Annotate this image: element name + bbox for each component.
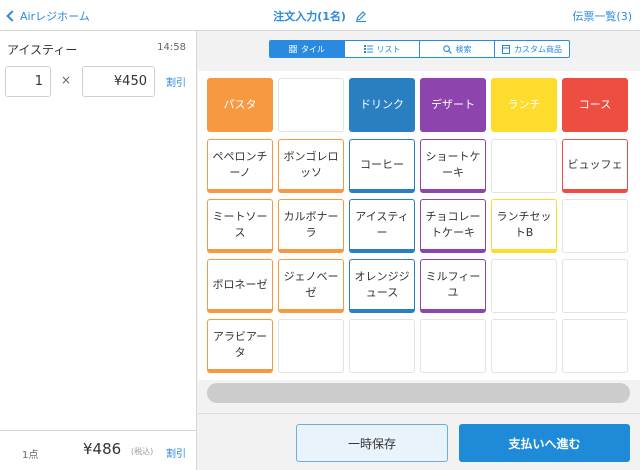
category-tile[interactable]: ドリンク bbox=[349, 78, 415, 132]
order-footer: 1点 ¥486 (税込) 割引 bbox=[0, 430, 197, 470]
view-mode-selector: タイル リスト 検索 カスタム商品 bbox=[269, 40, 570, 58]
tab-list[interactable]: リスト bbox=[344, 41, 419, 57]
product-tile[interactable]: ミートソース bbox=[207, 199, 273, 253]
category-tile[interactable]: デザート bbox=[420, 78, 486, 132]
empty-tile[interactable] bbox=[562, 259, 628, 313]
empty-tile[interactable] bbox=[278, 78, 344, 132]
list-icon bbox=[363, 45, 373, 53]
search-icon bbox=[442, 44, 452, 54]
product-tile[interactable]: ビュッフェ bbox=[562, 139, 628, 193]
top-bar: Airレジホーム 注文入力(1名) 伝票一覧(3) bbox=[0, 0, 640, 31]
product-tile[interactable]: コーヒー bbox=[349, 139, 415, 193]
tab-search-label: 検索 bbox=[455, 44, 472, 54]
product-tile[interactable]: オレンジジュース bbox=[349, 259, 415, 313]
product-tile[interactable]: ジェノベーゼ bbox=[278, 259, 344, 313]
quantity-field[interactable]: 1 bbox=[5, 66, 51, 97]
empty-tile[interactable] bbox=[491, 139, 557, 193]
price-field[interactable]: ¥450 bbox=[82, 66, 155, 97]
tax-included-note: (税込) bbox=[131, 447, 154, 456]
horizontal-scrollbar[interactable] bbox=[207, 383, 630, 403]
product-tile[interactable]: ランチセットB bbox=[491, 199, 557, 253]
order-item-time: 14:58 bbox=[157, 42, 186, 53]
slip-list-link[interactable]: 伝票一覧(3) bbox=[572, 8, 632, 24]
proceed-to-payment-button[interactable]: 支払いへ進む bbox=[459, 424, 630, 462]
tab-custom-product-label: カスタム商品 bbox=[514, 44, 562, 54]
tab-list-label: リスト bbox=[376, 44, 401, 54]
product-tile[interactable]: カルボナーラ bbox=[278, 199, 344, 253]
pencil-icon[interactable] bbox=[355, 10, 367, 22]
page-title: 注文入力(1名) bbox=[0, 8, 640, 24]
page-title-text: 注文入力(1名) bbox=[273, 10, 346, 23]
tab-tile-label: タイル bbox=[301, 44, 325, 54]
empty-tile[interactable] bbox=[349, 319, 415, 373]
category-tile[interactable]: ランチ bbox=[491, 78, 557, 132]
order-total: ¥486 bbox=[83, 440, 122, 458]
tab-custom-product[interactable]: カスタム商品 bbox=[494, 41, 569, 57]
empty-tile[interactable] bbox=[491, 259, 557, 313]
order-panel: アイスティー 14:58 1 × ¥450 割引 1点 ¥486 (税込) 割引 bbox=[0, 31, 197, 470]
tab-search[interactable]: 検索 bbox=[419, 41, 494, 57]
tab-tile[interactable]: タイル bbox=[270, 41, 344, 57]
product-tile[interactable]: ボロネーゼ bbox=[207, 259, 273, 313]
product-tile[interactable]: アラビアータ bbox=[207, 319, 273, 373]
hold-button[interactable]: 一時保存 bbox=[296, 424, 448, 462]
product-tile[interactable]: チョコレートケーキ bbox=[420, 199, 486, 253]
product-tile[interactable]: アイスティー bbox=[349, 199, 415, 253]
grid-icon bbox=[289, 45, 297, 53]
product-tile[interactable]: ペペロンチーノ bbox=[207, 139, 273, 193]
category-tile[interactable]: パスタ bbox=[207, 78, 273, 132]
item-discount-button[interactable]: 割引 bbox=[166, 74, 186, 89]
product-tile[interactable]: ボンゴレロッソ bbox=[278, 139, 344, 193]
category-tile[interactable]: コース bbox=[562, 78, 628, 132]
empty-tile[interactable] bbox=[491, 319, 557, 373]
order-discount-button[interactable]: 割引 bbox=[166, 445, 186, 460]
empty-tile[interactable] bbox=[562, 319, 628, 373]
empty-tile[interactable] bbox=[562, 199, 628, 253]
product-tile[interactable]: ミルフィーユ bbox=[420, 259, 486, 313]
product-tile[interactable]: ショートケーキ bbox=[420, 139, 486, 193]
empty-tile[interactable] bbox=[420, 319, 486, 373]
order-item-name[interactable]: アイスティー bbox=[7, 41, 77, 58]
calculator-icon bbox=[502, 44, 510, 54]
empty-tile[interactable] bbox=[278, 319, 344, 373]
multiply-sign: × bbox=[61, 73, 72, 87]
item-count: 1点 bbox=[22, 450, 39, 461]
